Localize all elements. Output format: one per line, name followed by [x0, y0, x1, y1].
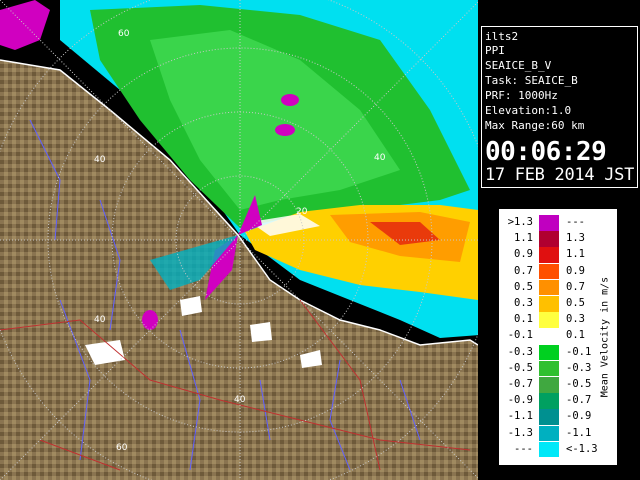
legend-upper-bound: 1.1 — [566, 248, 585, 261]
legend-upper-bound: 0.5 — [566, 297, 585, 309]
legend-lower-bound: >1.3 — [507, 216, 533, 228]
legend-color-swatch — [539, 377, 559, 393]
legend-lower-bound: 0.9 — [514, 248, 533, 261]
scan-info-panel: ilts2 PPI SEAICE_B_V Task: SEAICE_B PRF:… — [481, 26, 638, 188]
legend-lower-bound: 0.7 — [514, 264, 533, 277]
legend-color-swatch — [539, 279, 559, 296]
folded-echo-spot-3 — [142, 310, 158, 330]
radar-ppi-map: 20 40 60 40 40 40 60 — [0, 0, 478, 480]
task-name: Task: SEAICE_B — [485, 74, 578, 87]
legend-lower-bound: -0.5 — [507, 361, 533, 374]
legend-lower-bound: -0.7 — [507, 378, 533, 390]
legend-upper-bound: 0.3 — [566, 313, 585, 326]
legend-upper-bound: 1.3 — [566, 232, 585, 245]
folded-echo-spot-2 — [275, 124, 295, 136]
ground-clutter-white-2 — [250, 322, 272, 342]
legend-upper-bound: 0.7 — [566, 280, 585, 293]
legend-lower-bound: 1.1 — [514, 232, 533, 245]
legend-lower-bound: -1.3 — [507, 426, 533, 439]
legend-color-swatch — [539, 247, 559, 263]
station-name: ilts2 — [485, 30, 519, 43]
legend-title: Mean Velocity in m/s — [599, 276, 611, 398]
legend-lower-bound: -0.3 — [507, 345, 533, 358]
scan-time: 00:06:29 — [485, 137, 607, 167]
legend-upper-bound: -1.1 — [566, 426, 592, 439]
legend-color-swatch — [539, 393, 559, 409]
legend-color-swatch — [539, 441, 559, 458]
range-label-40-ne: 40 — [374, 153, 386, 163]
legend-lower-bound: -0.9 — [507, 394, 533, 407]
legend-lower-bound: -1.1 — [507, 410, 533, 423]
range-label-60-s: 60 — [116, 443, 128, 453]
legend-lower-bound: 0.1 — [514, 313, 533, 326]
max-range-value: Max Range:60 km — [485, 119, 585, 132]
legend-upper-bound: -0.9 — [566, 410, 592, 423]
legend-upper-bound: -0.5 — [566, 378, 592, 390]
velocity-legend: >1.3 --- 1.1 1.3 0.9 1.1 0.7 0.9 0.5 0.7 0.3 0.5 0.1… — [499, 209, 617, 465]
product-name: SEAICE_B_V — [485, 59, 552, 72]
range-label-40-w: 40 — [94, 155, 106, 165]
range-label-40-s: 40 — [234, 395, 246, 405]
legend-upper-bound: -0.7 — [566, 394, 592, 407]
legend-upper-bound: -0.3 — [566, 361, 592, 374]
legend-lower-bound: --- — [514, 442, 533, 455]
legend-color-swatch — [539, 344, 559, 361]
legend-color-swatch — [539, 296, 559, 312]
range-label-40-sw: 40 — [94, 315, 106, 325]
legend-upper-bound: 0.9 — [566, 264, 585, 277]
legend-upper-bound: -0.1 — [566, 345, 592, 358]
legend-color-swatch — [539, 360, 559, 377]
range-label-60-nw: 60 — [118, 29, 130, 39]
legend-lower-bound: 0.3 — [514, 297, 533, 309]
legend-color-swatch — [539, 215, 559, 231]
legend-lower-bound: 0.5 — [514, 280, 533, 293]
range-label-20: 20 — [296, 207, 308, 217]
folded-echo-spot-1 — [281, 94, 299, 106]
legend-lower-bound: -0.1 — [507, 329, 533, 342]
legend-upper-bound: --- — [566, 216, 585, 228]
elevation-value: Elevation:1.0 — [485, 104, 572, 117]
scan-date: 17 FEB 2014 JST — [485, 165, 635, 185]
radar-display: 20 40 60 40 40 40 60 ilts2 PPI SEAICE_B_… — [0, 0, 640, 480]
legend-color-swatch — [539, 312, 559, 328]
legend-color-swatch — [539, 263, 559, 280]
legend-color-swatch — [539, 231, 559, 247]
prf-value: PRF: 1000Hz — [485, 89, 558, 102]
legend-color-swatch — [539, 409, 559, 425]
legend-color-swatch — [539, 425, 559, 442]
scan-mode: PPI — [485, 44, 505, 57]
legend-color-swatch — [539, 328, 559, 344]
legend-upper-bound: 0.1 — [566, 329, 585, 342]
legend-upper-bound: <-1.3 — [566, 442, 598, 455]
